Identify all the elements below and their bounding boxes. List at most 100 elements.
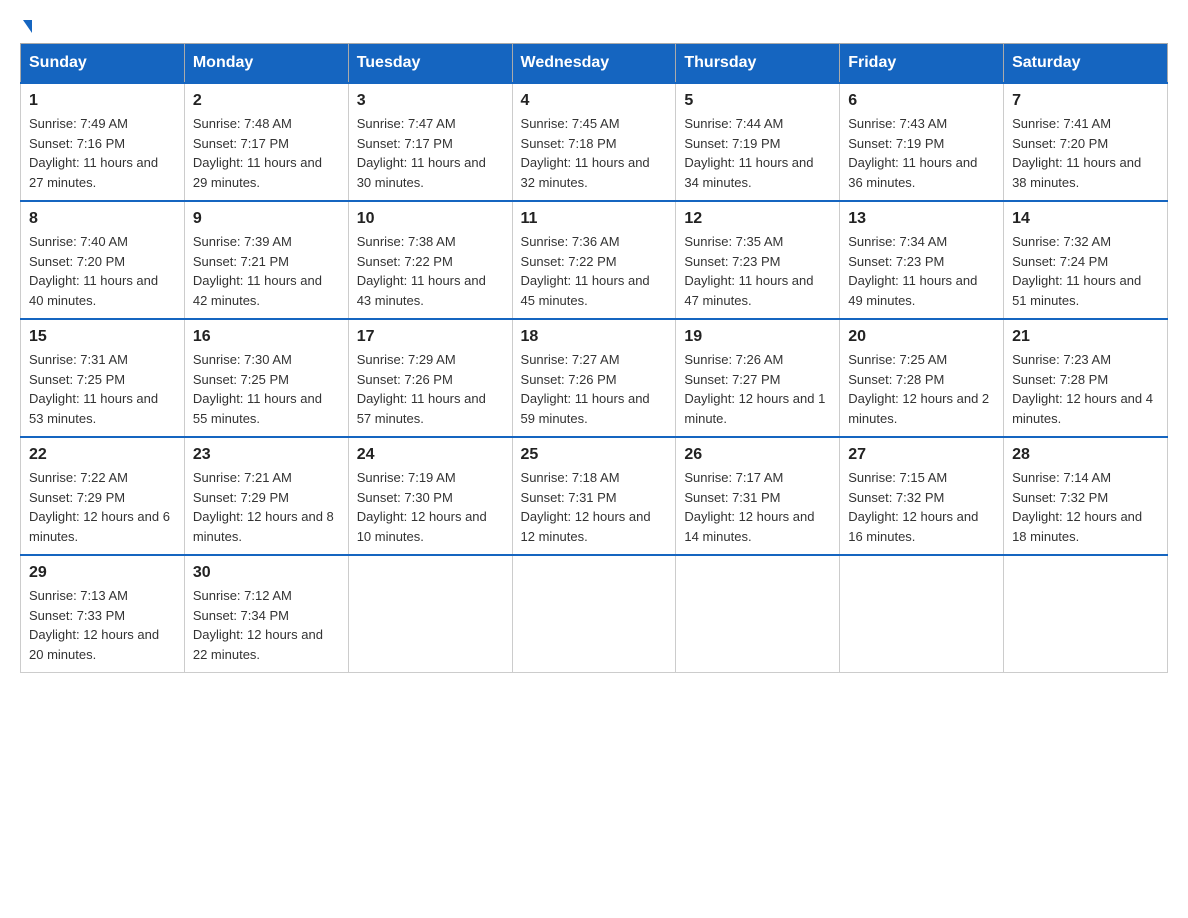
day-number: 28 [1012, 446, 1159, 464]
day-number: 26 [684, 446, 831, 464]
day-number: 6 [848, 92, 995, 110]
day-number: 7 [1012, 92, 1159, 110]
calendar-cell: 13 Sunrise: 7:34 AMSunset: 7:23 PMDayligh… [840, 201, 1004, 319]
calendar-cell: 4 Sunrise: 7:45 AMSunset: 7:18 PMDaylight… [512, 83, 676, 201]
weekday-header-sunday: Sunday [21, 44, 185, 84]
page-header [20, 20, 1168, 33]
day-number: 29 [29, 564, 176, 582]
day-number: 5 [684, 92, 831, 110]
calendar-header-row: SundayMondayTuesdayWednesdayThursdayFrid… [21, 44, 1168, 84]
calendar-cell: 8 Sunrise: 7:40 AMSunset: 7:20 PMDaylight… [21, 201, 185, 319]
day-number: 20 [848, 328, 995, 346]
calendar-cell [348, 555, 512, 673]
calendar-cell: 18Sunrise: 7:27 AMSunset: 7:26 PMDayligh… [512, 319, 676, 437]
day-number: 23 [193, 446, 340, 464]
calendar-cell: 12 Sunrise: 7:35 AMSunset: 7:23 PMDayligh… [676, 201, 840, 319]
day-info: Sunrise: 7:32 AMSunset: 7:24 PMDaylight:… [1012, 232, 1159, 310]
day-number: 12 [684, 210, 831, 228]
calendar-week-2: 8 Sunrise: 7:40 AMSunset: 7:20 PMDaylight… [21, 201, 1168, 319]
calendar-cell: 16 Sunrise: 7:30 AMSunset: 7:25 PMDayligh… [184, 319, 348, 437]
day-info: Sunrise: 7:31 AMSunset: 7:25 PMDaylight:… [29, 350, 176, 428]
day-number: 16 [193, 328, 340, 346]
calendar-cell: 27 Sunrise: 7:15 AMSunset: 7:32 PMDayligh… [840, 437, 1004, 555]
day-number: 14 [1012, 210, 1159, 228]
weekday-header-wednesday: Wednesday [512, 44, 676, 84]
weekday-header-thursday: Thursday [676, 44, 840, 84]
day-number: 2 [193, 92, 340, 110]
calendar-cell: 20 Sunrise: 7:25 AMSunset: 7:28 PMDayligh… [840, 319, 1004, 437]
day-number: 1 [29, 92, 176, 110]
day-info: Sunrise: 7:18 AMSunset: 7:31 PMDaylight:… [521, 468, 668, 546]
day-info: Sunrise: 7:19 AMSunset: 7:30 PMDaylight:… [357, 468, 504, 546]
calendar-cell: 17Sunrise: 7:29 AMSunset: 7:26 PMDayligh… [348, 319, 512, 437]
day-number: 30 [193, 564, 340, 582]
day-info: Sunrise: 7:43 AMSunset: 7:19 PMDaylight:… [848, 114, 995, 192]
calendar-cell: 28 Sunrise: 7:14 AMSunset: 7:32 PMDayligh… [1004, 437, 1168, 555]
calendar-week-3: 15 Sunrise: 7:31 AMSunset: 7:25 PMDayligh… [21, 319, 1168, 437]
day-info: Sunrise: 7:47 AMSunset: 7:17 PMDaylight:… [357, 114, 504, 192]
day-info: Sunrise: 7:41 AMSunset: 7:20 PMDaylight:… [1012, 114, 1159, 192]
calendar-cell [676, 555, 840, 673]
day-number: 25 [521, 446, 668, 464]
day-info: Sunrise: 7:22 AMSunset: 7:29 PMDaylight:… [29, 468, 176, 546]
weekday-header-saturday: Saturday [1004, 44, 1168, 84]
calendar-week-4: 22 Sunrise: 7:22 AMSunset: 7:29 PMDayligh… [21, 437, 1168, 555]
day-info: Sunrise: 7:34 AMSunset: 7:23 PMDaylight:… [848, 232, 995, 310]
calendar-table: SundayMondayTuesdayWednesdayThursdayFrid… [20, 43, 1168, 673]
weekday-header-friday: Friday [840, 44, 1004, 84]
day-info: Sunrise: 7:26 AMSunset: 7:27 PMDaylight:… [684, 350, 831, 428]
calendar-cell: 29 Sunrise: 7:13 AMSunset: 7:33 PMDayligh… [21, 555, 185, 673]
calendar-cell: 2Sunrise: 7:48 AMSunset: 7:17 PMDaylight… [184, 83, 348, 201]
day-number: 27 [848, 446, 995, 464]
calendar-cell: 6 Sunrise: 7:43 AMSunset: 7:19 PMDaylight… [840, 83, 1004, 201]
calendar-cell: 9Sunrise: 7:39 AMSunset: 7:21 PMDaylight… [184, 201, 348, 319]
day-number: 11 [521, 210, 668, 228]
day-number: 9 [193, 210, 340, 228]
calendar-cell: 11Sunrise: 7:36 AMSunset: 7:22 PMDayligh… [512, 201, 676, 319]
calendar-week-1: 1 Sunrise: 7:49 AMSunset: 7:16 PMDaylight… [21, 83, 1168, 201]
calendar-cell: 19 Sunrise: 7:26 AMSunset: 7:27 PMDayligh… [676, 319, 840, 437]
day-info: Sunrise: 7:38 AMSunset: 7:22 PMDaylight:… [357, 232, 504, 310]
day-info: Sunrise: 7:44 AMSunset: 7:19 PMDaylight:… [684, 114, 831, 192]
calendar-cell: 21 Sunrise: 7:23 AMSunset: 7:28 PMDayligh… [1004, 319, 1168, 437]
calendar-cell [1004, 555, 1168, 673]
calendar-cell: 5 Sunrise: 7:44 AMSunset: 7:19 PMDaylight… [676, 83, 840, 201]
day-info: Sunrise: 7:17 AMSunset: 7:31 PMDaylight:… [684, 468, 831, 546]
day-info: Sunrise: 7:29 AMSunset: 7:26 PMDaylight:… [357, 350, 504, 428]
calendar-cell: 23 Sunrise: 7:21 AMSunset: 7:29 PMDayligh… [184, 437, 348, 555]
day-number: 13 [848, 210, 995, 228]
calendar-cell: 14 Sunrise: 7:32 AMSunset: 7:24 PMDayligh… [1004, 201, 1168, 319]
day-number: 24 [357, 446, 504, 464]
calendar-cell: 25 Sunrise: 7:18 AMSunset: 7:31 PMDayligh… [512, 437, 676, 555]
day-info: Sunrise: 7:21 AMSunset: 7:29 PMDaylight:… [193, 468, 340, 546]
calendar-cell: 1 Sunrise: 7:49 AMSunset: 7:16 PMDaylight… [21, 83, 185, 201]
day-number: 18 [521, 328, 668, 346]
day-info: Sunrise: 7:15 AMSunset: 7:32 PMDaylight:… [848, 468, 995, 546]
day-number: 3 [357, 92, 504, 110]
day-info: Sunrise: 7:14 AMSunset: 7:32 PMDaylight:… [1012, 468, 1159, 546]
day-info: Sunrise: 7:23 AMSunset: 7:28 PMDaylight:… [1012, 350, 1159, 428]
day-number: 8 [29, 210, 176, 228]
day-info: Sunrise: 7:49 AMSunset: 7:16 PMDaylight:… [29, 114, 176, 192]
calendar-cell: 10 Sunrise: 7:38 AMSunset: 7:22 PMDayligh… [348, 201, 512, 319]
logo [20, 20, 32, 33]
calendar-cell [512, 555, 676, 673]
day-info: Sunrise: 7:35 AMSunset: 7:23 PMDaylight:… [684, 232, 831, 310]
day-info: Sunrise: 7:45 AMSunset: 7:18 PMDaylight:… [521, 114, 668, 192]
calendar-cell [840, 555, 1004, 673]
day-info: Sunrise: 7:25 AMSunset: 7:28 PMDaylight:… [848, 350, 995, 428]
day-number: 15 [29, 328, 176, 346]
day-number: 21 [1012, 328, 1159, 346]
day-info: Sunrise: 7:12 AMSunset: 7:34 PMDaylight:… [193, 586, 340, 664]
day-number: 22 [29, 446, 176, 464]
day-number: 10 [357, 210, 504, 228]
day-info: Sunrise: 7:30 AMSunset: 7:25 PMDaylight:… [193, 350, 340, 428]
day-number: 19 [684, 328, 831, 346]
calendar-cell: 24 Sunrise: 7:19 AMSunset: 7:30 PMDayligh… [348, 437, 512, 555]
calendar-cell: 15 Sunrise: 7:31 AMSunset: 7:25 PMDayligh… [21, 319, 185, 437]
calendar-cell: 30 Sunrise: 7:12 AMSunset: 7:34 PMDayligh… [184, 555, 348, 673]
day-number: 4 [521, 92, 668, 110]
calendar-cell: 26 Sunrise: 7:17 AMSunset: 7:31 PMDayligh… [676, 437, 840, 555]
day-info: Sunrise: 7:40 AMSunset: 7:20 PMDaylight:… [29, 232, 176, 310]
day-info: Sunrise: 7:13 AMSunset: 7:33 PMDaylight:… [29, 586, 176, 664]
